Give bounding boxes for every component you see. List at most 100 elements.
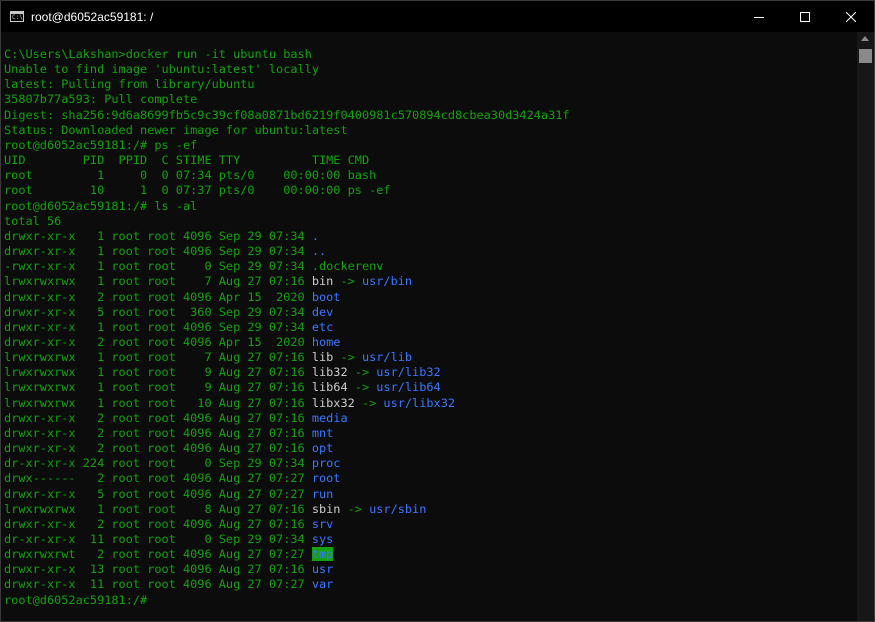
terminal-text-segment: drwxr-xr-x 2 root root 4096 Apr 15 2020 bbox=[4, 334, 312, 349]
terminal-text-segment: usr/lib bbox=[361, 350, 413, 365]
terminal-text-segment: drwxr-xr-x 11 root root 4096 Aug 27 07:2… bbox=[4, 577, 312, 592]
terminal-text-segment: run bbox=[311, 486, 334, 501]
terminal-text-segment: -rwxr-xr-x 1 root root 0 Sep 29 07:34 .d… bbox=[4, 259, 384, 274]
terminal-line: drwxr-xr-x 2 root root 4096 Apr 15 2020 … bbox=[4, 290, 570, 305]
terminal-text-segment: -> bbox=[347, 380, 377, 395]
console-icon-label: C:\ bbox=[12, 14, 23, 21]
terminal-text-segment: total 56 bbox=[4, 213, 62, 228]
terminal-line: UID PID PPID C STIME TTY TIME CMD bbox=[4, 153, 570, 168]
terminal-line: drwx------ 2 root root 4096 Aug 27 07:27… bbox=[4, 471, 570, 486]
terminal-line: 35807b77a593: Pull complete bbox=[4, 92, 570, 107]
terminal-text-segment: lrwxrwxrwx 1 root root 10 Aug 27 07:16 bbox=[4, 395, 312, 410]
terminal-text-segment: latest: Pulling from library/ubuntu bbox=[4, 77, 255, 92]
terminal-line: Digest: sha256:9d6a8699fb5c9c39cf08a0871… bbox=[4, 108, 570, 123]
terminal-line: root@d6052ac59181:/# ls -al bbox=[4, 199, 570, 214]
terminal-line: lrwxrwxrwx 1 root root 10 Aug 27 07:16 l… bbox=[4, 396, 570, 411]
terminal-text-segment: lib64 bbox=[311, 380, 348, 395]
window-title: root@d6052ac59181: / bbox=[31, 9, 154, 24]
terminal-line: drwxr-xr-x 2 root root 4096 Apr 15 2020 … bbox=[4, 335, 570, 350]
terminal-text-segment: root@d6052ac59181:/# bbox=[4, 592, 148, 607]
window-controls bbox=[736, 1, 874, 32]
terminal-line: dr-xr-xr-x 224 root root 0 Sep 29 07:34 … bbox=[4, 456, 570, 471]
terminal-text-segment: drwxr-xr-x 2 root root 4096 Aug 27 07:16 bbox=[4, 441, 312, 456]
terminal-text-segment: drwxr-xr-x 13 root root 4096 Aug 27 07:1… bbox=[4, 562, 312, 577]
terminal-line: drwxr-xr-x 2 root root 4096 Aug 27 07:16… bbox=[4, 411, 570, 426]
terminal-text-segment: var bbox=[311, 577, 334, 592]
terminal-text-segment: Status: Downloaded newer image for ubunt… bbox=[4, 122, 348, 137]
terminal-text-segment: -> bbox=[333, 274, 362, 289]
terminal-text-segment: lib bbox=[311, 350, 334, 365]
terminal-text-segment: srv bbox=[311, 516, 334, 531]
terminal-text-segment: home bbox=[311, 334, 341, 349]
close-button[interactable] bbox=[828, 1, 874, 32]
terminal-text-segment: drwxr-xr-x 2 root root 4096 Aug 27 07:16 bbox=[4, 410, 312, 425]
terminal-text-segment: -> bbox=[340, 501, 370, 516]
terminal-text-segment: drwxr-xr-x 2 root root 4096 Aug 27 07:16 bbox=[4, 516, 312, 531]
terminal-line: C:\Users\Lakshan>docker run -it ubuntu b… bbox=[4, 47, 570, 62]
terminal-text-segment: sbin bbox=[311, 501, 341, 516]
terminal-text-segment: drwxr-xr-x 5 root root 360 Sep 29 07:34 bbox=[4, 304, 312, 319]
terminal-line: root 10 1 0 07:37 pts/0 00:00:00 ps -ef bbox=[4, 183, 570, 198]
terminal-text-segment: etc bbox=[311, 319, 334, 334]
terminal-text-segment: root 10 1 0 07:37 pts/0 00:00:00 ps -ef bbox=[4, 183, 391, 198]
terminal-line: drwxr-xr-x 11 root root 4096 Aug 27 07:2… bbox=[4, 577, 570, 592]
terminal-text-segment: -> bbox=[333, 350, 362, 365]
terminal-line: drwxr-xr-x 1 root root 4096 Sep 29 07:34… bbox=[4, 320, 570, 335]
console-icon[interactable]: C:\ bbox=[10, 11, 24, 22]
terminal-text-segment: root 1 0 0 07:34 pts/0 00:00:00 bash bbox=[4, 168, 377, 183]
terminal-line: -rwxr-xr-x 1 root root 0 Sep 29 07:34 .d… bbox=[4, 259, 570, 274]
terminal-line: Status: Downloaded newer image for ubunt… bbox=[4, 123, 570, 138]
terminal-text-segment: dr-xr-xr-x 224 root root 0 Sep 29 07:34 bbox=[4, 456, 312, 471]
terminal-line: lrwxrwxrwx 1 root root 7 Aug 27 07:16 bi… bbox=[4, 274, 570, 289]
terminal-text-segment: usr bbox=[311, 562, 334, 577]
terminal-text-segment: bin bbox=[311, 274, 334, 289]
terminal-text-segment: lrwxrwxrwx 1 root root 9 Aug 27 07:16 bbox=[4, 380, 312, 395]
terminal-text-segment: lib32 bbox=[311, 365, 348, 380]
terminal-text-segment: usr/lib32 bbox=[376, 365, 441, 380]
terminal-line: drwxr-xr-x 1 root root 4096 Sep 29 07:34… bbox=[4, 229, 570, 244]
terminal-text-segment: usr/bin bbox=[361, 274, 413, 289]
terminal-text-segment: proc bbox=[311, 456, 341, 471]
terminal-line: lrwxrwxrwx 1 root root 7 Aug 27 07:16 li… bbox=[4, 350, 570, 365]
terminal-text-segment: mnt bbox=[311, 425, 334, 440]
terminal-window: C:\ root@d6052ac59181: / C:\Users\Laksha… bbox=[0, 0, 875, 622]
terminal-line: drwxrwxrwt 2 root root 4096 Aug 27 07:27… bbox=[4, 547, 570, 562]
terminal-text-segment: drwxr-xr-x 2 root root 4096 Apr 15 2020 bbox=[4, 289, 312, 304]
maximize-icon bbox=[800, 11, 810, 22]
terminal-text-segment: root bbox=[311, 471, 341, 486]
terminal-line: latest: Pulling from library/ubuntu bbox=[4, 77, 570, 92]
terminal-text-segment: Unable to find image 'ubuntu:latest' loc… bbox=[4, 62, 319, 77]
terminal-text-segment: dev bbox=[311, 304, 334, 319]
terminal-text-segment: opt bbox=[311, 441, 334, 456]
terminal-text-segment: . bbox=[311, 228, 319, 243]
terminal-line: root 1 0 0 07:34 pts/0 00:00:00 bash bbox=[4, 168, 570, 183]
terminal-text-segment: lrwxrwxrwx 1 root root 7 Aug 27 07:16 bbox=[4, 274, 312, 289]
terminal-line: lrwxrwxrwx 1 root root 9 Aug 27 07:16 li… bbox=[4, 380, 570, 395]
terminal-text-segment: drwxr-xr-x 5 root root 4096 Aug 27 07:27 bbox=[4, 486, 312, 501]
terminal-text-segment: tmp bbox=[311, 547, 334, 562]
terminal-text-segment: UID PID PPID C STIME TTY TIME CMD bbox=[4, 153, 370, 168]
terminal-text-segment: lrwxrwxrwx 1 root root 9 Aug 27 07:16 bbox=[4, 365, 312, 380]
terminal-text-segment: dr-xr-xr-x 11 root root 0 Sep 29 07:34 bbox=[4, 532, 312, 546]
terminal-text-segment: lrwxrwxrwx 1 root root 8 Aug 27 07:16 bbox=[4, 501, 312, 516]
terminal-text-segment: drwx------ 2 root root 4096 Aug 27 07:27 bbox=[4, 471, 312, 486]
maximize-button[interactable] bbox=[782, 1, 828, 32]
terminal-line: drwxr-xr-x 13 root root 4096 Aug 27 07:1… bbox=[4, 562, 570, 577]
terminal-content[interactable]: C:\Users\Lakshan>docker run -it ubuntu b… bbox=[1, 32, 856, 621]
terminal-text-segment: usr/sbin bbox=[369, 501, 427, 516]
terminal-text-segment: usr/libx32 bbox=[383, 395, 456, 410]
terminal-line: dr-xr-xr-x 11 root root 0 Sep 29 07:34 s… bbox=[4, 532, 570, 547]
vertical-scrollbar[interactable] bbox=[857, 32, 874, 621]
minimize-button[interactable] bbox=[736, 1, 782, 32]
close-icon bbox=[846, 11, 856, 22]
title-bar[interactable]: C:\ root@d6052ac59181: / bbox=[1, 1, 874, 32]
terminal-text-segment: root@d6052ac59181:/# ls -al bbox=[4, 198, 198, 213]
scroll-up-arrow-icon[interactable] bbox=[861, 36, 869, 41]
terminal-output[interactable]: C:\Users\Lakshan>docker run -it ubuntu b… bbox=[4, 47, 570, 608]
terminal-text-segment: -> bbox=[354, 395, 384, 410]
terminal-line: lrwxrwxrwx 1 root root 9 Aug 27 07:16 li… bbox=[4, 365, 570, 380]
terminal-line: drwxr-xr-x 2 root root 4096 Aug 27 07:16… bbox=[4, 441, 570, 456]
terminal-text-segment: drwxr-xr-x 1 root root 4096 Sep 29 07:34 bbox=[4, 228, 312, 243]
scroll-thumb[interactable] bbox=[859, 49, 872, 63]
terminal-line: root@d6052ac59181:/# bbox=[4, 593, 570, 608]
